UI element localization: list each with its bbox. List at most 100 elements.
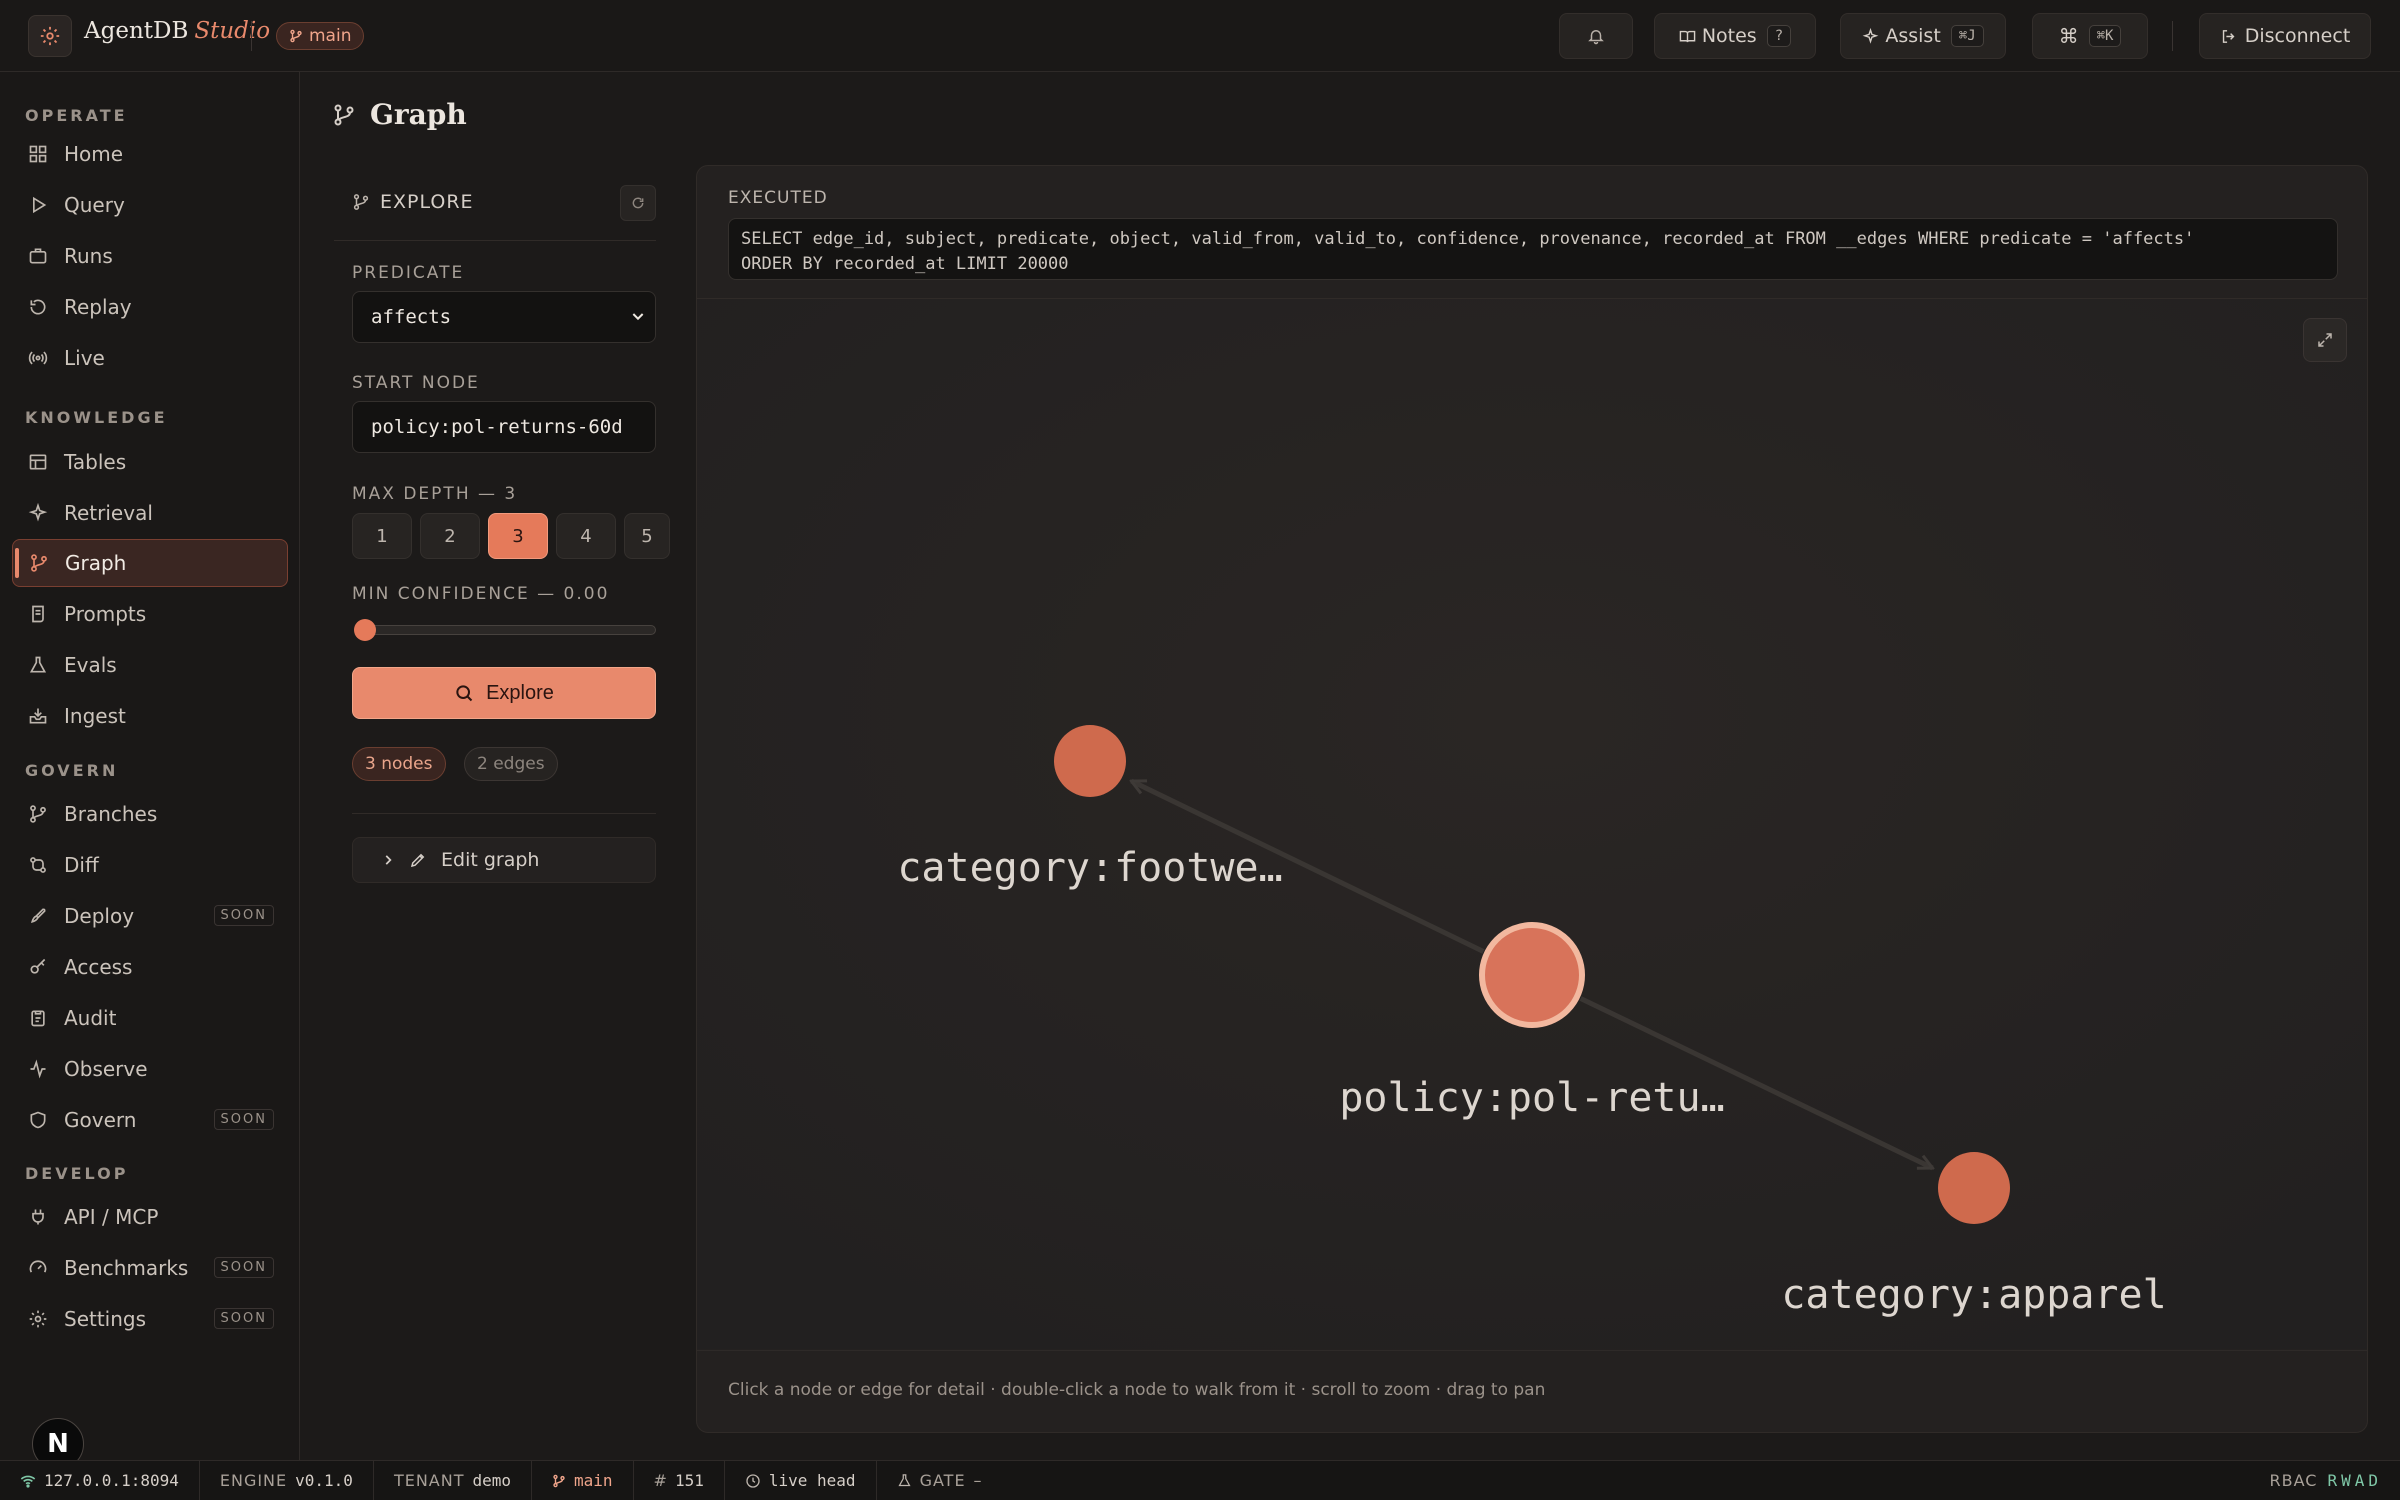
sidebar-item-label: Home xyxy=(64,142,124,166)
app-brand: AgentDB Studio xyxy=(84,18,270,44)
notes-label: Notes xyxy=(1701,25,1757,47)
chevron-right-icon xyxy=(385,855,392,865)
sidebar-item-replay[interactable]: Replay xyxy=(12,283,288,331)
sidebar-item-audit[interactable]: Audit xyxy=(12,994,288,1042)
top-bar: AgentDB Studio main Notes ? Assist ⌘J ⌘ ⌘… xyxy=(0,0,2400,72)
predicate-select[interactable]: affects xyxy=(352,291,656,343)
clock-icon xyxy=(746,1473,760,1488)
sidebar-item-home[interactable]: Home xyxy=(12,130,288,178)
status-branch[interactable]: main xyxy=(532,1460,634,1500)
depth-option-2[interactable]: 2 xyxy=(420,513,480,559)
status-host[interactable]: 127.0.0.1:8094 xyxy=(0,1460,200,1500)
sidebar-item-live[interactable]: Live xyxy=(12,334,288,382)
pencil-icon xyxy=(410,853,425,868)
min-confidence-slider-handle[interactable] xyxy=(354,619,376,641)
flask-icon xyxy=(898,1474,911,1487)
command-palette-button[interactable]: ⌘ ⌘K xyxy=(2032,13,2148,59)
head-value: live head xyxy=(768,1471,856,1490)
sidebar-item-runs[interactable]: Runs xyxy=(12,232,288,280)
sidebar-item-label: Replay xyxy=(64,295,132,319)
bell-icon xyxy=(1588,30,1604,45)
edges-count-badge: 2 edges xyxy=(464,747,558,781)
explore-button[interactable]: Explore xyxy=(352,667,656,719)
graph-icon xyxy=(27,551,51,575)
status-bar: 127.0.0.1:8094 ENGINE v0.1.0 TENANT demo… xyxy=(0,1460,2400,1500)
gauge-icon xyxy=(26,1256,50,1280)
sidebar-item-graph[interactable]: Graph xyxy=(12,539,288,587)
git-compare-icon xyxy=(26,853,50,877)
assist-button[interactable]: Assist ⌘J xyxy=(1840,13,2006,59)
sidebar-item-label: Graph xyxy=(65,551,127,575)
sidebar-item-diff[interactable]: Diff xyxy=(12,841,288,889)
soon-badge: SOON xyxy=(213,905,274,926)
commit-hash: 151 xyxy=(674,1471,704,1490)
sidebar-item-ingest[interactable]: Ingest xyxy=(12,692,288,740)
sidebar-item-settings[interactable]: Settings SOON xyxy=(12,1295,288,1343)
graph-node-label: category:apparel xyxy=(1781,1272,2166,1318)
wifi-icon xyxy=(20,1475,36,1488)
activity-icon xyxy=(26,1057,50,1081)
sidebar-item-label: Prompts xyxy=(64,602,147,626)
key-icon xyxy=(26,955,50,979)
explore-header: EXPLORE xyxy=(334,165,656,241)
depth-option-4[interactable]: 4 xyxy=(556,513,616,559)
notifications-button[interactable] xyxy=(1559,13,1633,59)
gate-value: – xyxy=(973,1471,982,1490)
sidebar-item-label: Ingest xyxy=(64,704,126,728)
graph-node[interactable] xyxy=(1938,1152,2010,1224)
logo[interactable] xyxy=(28,15,72,57)
branch-badge[interactable]: main xyxy=(276,22,365,50)
section-operate: OPERATE xyxy=(25,106,128,125)
refresh-icon xyxy=(632,197,644,209)
sidebar-item-access[interactable]: Access xyxy=(12,943,288,991)
scroll-icon xyxy=(26,602,50,626)
sidebar-item-retrieval[interactable]: Retrieval xyxy=(12,489,288,537)
sparkle-icon xyxy=(26,501,50,525)
engine-label: ENGINE xyxy=(219,1471,288,1490)
sidebar-item-label: API / MCP xyxy=(64,1205,159,1229)
sidebar-item-observe[interactable]: Observe xyxy=(12,1045,288,1093)
refresh-button[interactable] xyxy=(620,185,656,221)
page-title: Graph xyxy=(370,98,467,131)
sidebar-item-benchmarks[interactable]: Benchmarks SOON xyxy=(12,1244,288,1292)
sparkle-icon xyxy=(1862,27,1879,44)
explore-title-text: EXPLORE xyxy=(380,191,474,213)
start-node-input[interactable] xyxy=(352,401,656,453)
sidebar-item-govern[interactable]: Govern SOON xyxy=(12,1096,288,1144)
sidebar-item-tables[interactable]: Tables xyxy=(12,438,288,486)
plug-icon xyxy=(26,1205,50,1229)
assist-shortcut: ⌘J xyxy=(1950,25,1984,47)
depth-option-3[interactable]: 3 xyxy=(488,513,548,559)
start-node-label: START NODE xyxy=(352,373,480,393)
sidebar-item-query[interactable]: Query xyxy=(12,181,288,229)
graph-node[interactable] xyxy=(1054,725,1126,797)
graph-canvas[interactable]: category:footwe… policy:pol-retu… category… xyxy=(697,299,2368,1349)
sidebar-item-prompts[interactable]: Prompts xyxy=(12,590,288,638)
depth-option-5[interactable]: 5 xyxy=(624,513,670,559)
predicate-label: PREDICATE xyxy=(352,263,465,283)
max-depth-label: MAX DEPTH — 3 xyxy=(352,484,518,504)
min-confidence-label: MIN CONFIDENCE — 0.00 xyxy=(352,584,610,604)
graph-icon xyxy=(353,194,369,210)
sidebar-item-label: Audit xyxy=(64,1006,117,1030)
sidebar-item-branches[interactable]: Branches xyxy=(12,790,288,838)
search-icon xyxy=(456,685,473,702)
min-confidence-slider[interactable] xyxy=(358,625,656,635)
table-icon xyxy=(26,450,50,474)
sidebar-item-api-mcp[interactable]: API / MCP xyxy=(12,1193,288,1241)
graph-node-label: category:footwe… xyxy=(897,845,1282,891)
notes-button[interactable]: Notes ? xyxy=(1654,13,1816,59)
disconnect-button[interactable]: Disconnect xyxy=(2199,13,2371,59)
sidebar-item-evals[interactable]: Evals xyxy=(12,641,288,689)
sidebar-item-deploy[interactable]: Deploy SOON xyxy=(12,892,288,940)
git-branch-icon xyxy=(26,802,50,826)
nodes-count-badge: 3 nodes xyxy=(352,747,446,781)
page-header: Graph xyxy=(332,98,467,131)
graph-node-label: policy:pol-retu… xyxy=(1339,1075,1724,1121)
logo-gear-icon xyxy=(40,26,60,46)
divider xyxy=(251,21,252,51)
graph-node[interactable] xyxy=(1479,922,1585,1028)
edit-graph-toggle[interactable]: Edit graph xyxy=(352,837,656,883)
expand-button[interactable] xyxy=(2303,318,2347,362)
depth-option-1[interactable]: 1 xyxy=(352,513,412,559)
